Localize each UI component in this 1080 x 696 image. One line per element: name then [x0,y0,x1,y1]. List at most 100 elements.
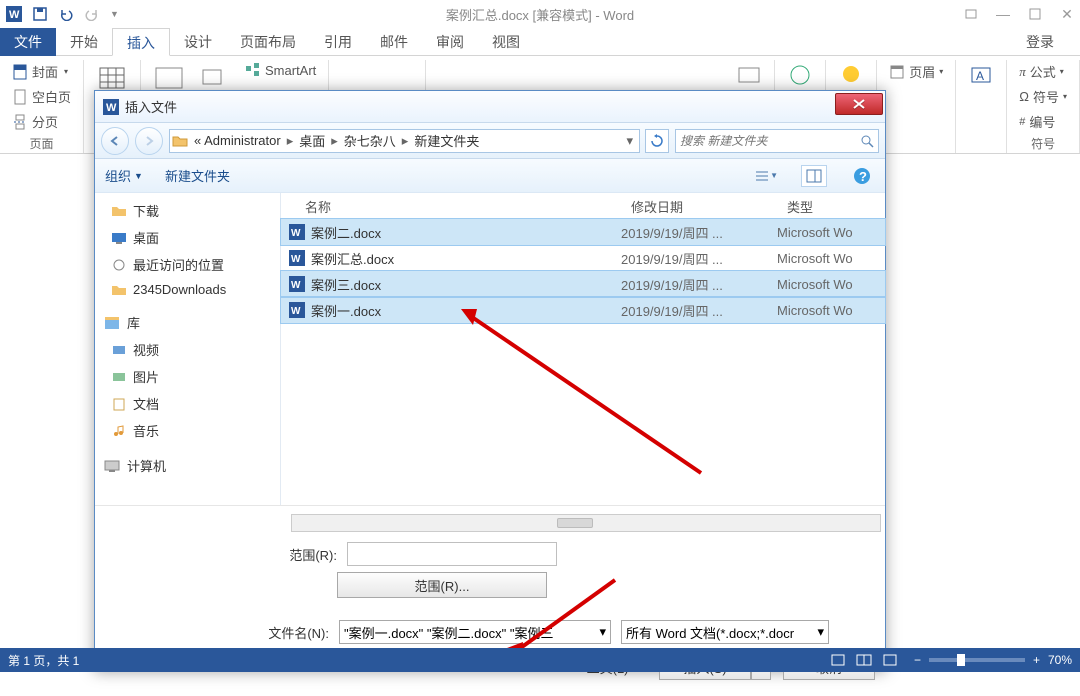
svg-text:W: W [9,9,20,21]
tab-file[interactable]: 文件 [0,28,56,56]
svg-text:A: A [976,69,984,83]
zoom-control: − + 70% [914,653,1072,667]
breadcrumb-item[interactable]: 桌面 [293,131,331,150]
chevron-down-icon[interactable]: ▾ [622,133,637,149]
view-print-layout-icon[interactable] [830,653,846,667]
help-button[interactable]: ? [849,165,875,187]
cover-label: 封面 [32,62,58,81]
page-break-button[interactable]: 分页 [8,110,75,133]
file-list: 名称 修改日期 类型 W案例二.docx 2019/9/19/周四 ... Mi… [281,193,885,505]
pages-group-label: 页面 [8,133,75,154]
sidebar-item-computer[interactable]: 计算机 [95,452,280,479]
file-row[interactable]: W案例三.docx 2019/9/19/周四 ... Microsoft Wo [281,271,885,297]
filename-label: 文件名(N): [237,623,329,642]
refresh-button[interactable] [645,129,669,153]
column-type[interactable]: 类型 [777,193,885,218]
sidebar-item-downloads[interactable]: 下载 [95,197,280,224]
view-options-button[interactable]: ▼ [753,165,779,187]
dialog-toolbar: 组织▼ 新建文件夹 ▼ ? [95,159,885,193]
zoom-level[interactable]: 70% [1048,653,1072,667]
breadcrumb-item[interactable]: 新建文件夹 [408,131,485,150]
zoom-slider[interactable] [929,658,1025,662]
range-input[interactable] [347,542,557,566]
tab-design[interactable]: 设计 [170,28,226,56]
file-row[interactable]: W案例二.docx 2019/9/19/周四 ... Microsoft Wo [281,219,885,245]
tab-mailings[interactable]: 邮件 [366,28,422,56]
sidebar-item-libraries[interactable]: 库 [95,309,280,336]
dialog-nav: « Administrator▸ 桌面▸ 杂七杂八▸ 新建文件夹 ▾ [95,123,885,159]
tab-layout[interactable]: 页面布局 [226,28,310,56]
ribbon-display-icon[interactable] [962,5,980,23]
symbol-button[interactable]: Ω符号▾ [1015,85,1071,108]
word-app-icon: W [6,6,22,22]
scrollbar-thumb[interactable] [557,518,593,528]
dialog-titlebar[interactable]: W 插入文件 [95,91,885,123]
maximize-icon[interactable] [1026,5,1044,23]
save-icon[interactable] [32,6,48,22]
dialog-close-button[interactable] [835,93,883,115]
sidebar-item-2345downloads[interactable]: 2345Downloads [95,278,280,301]
range-button[interactable]: 范围(R)... [337,572,547,598]
breadcrumb-item[interactable]: « Administrator [188,133,287,148]
insert-file-dialog: W 插入文件 « Administrator▸ 桌面▸ 杂七杂八▸ 新建文件夹 … [94,90,886,672]
column-name[interactable]: 名称 [281,193,621,218]
symbols-group-label: 符号 [1015,133,1071,154]
undo-icon[interactable] [58,6,74,22]
view-read-mode-icon[interactable] [856,653,872,667]
status-bar: 第 1 页，共 1 − + 70% [0,648,1080,672]
tab-home[interactable]: 开始 [56,28,112,56]
sidebar-item-documents[interactable]: 文档 [95,390,280,417]
forward-button[interactable] [135,127,163,155]
breadcrumb[interactable]: « Administrator▸ 桌面▸ 杂七杂八▸ 新建文件夹 ▾ [169,129,640,153]
filename-combo[interactable]: "案例一.docx" "案例二.docx" "案例三▾ [339,620,611,644]
svg-text:W: W [291,254,301,265]
sidebar-item-pictures[interactable]: 图片 [95,363,280,390]
login-link[interactable]: 登录 [1012,28,1068,56]
tab-view[interactable]: 视图 [478,28,534,56]
smartart-button[interactable]: SmartArt [241,60,320,80]
sidebar-item-music[interactable]: 音乐 [95,417,280,444]
organize-button[interactable]: 组织▼ [105,166,143,185]
tab-review[interactable]: 审阅 [422,28,478,56]
qa-dropdown-icon[interactable]: ▼ [110,9,119,19]
number-button[interactable]: #编号 [1015,110,1071,133]
chevron-down-icon: ▾ [817,624,824,640]
sidebar-item-desktop[interactable]: 桌面 [95,224,280,251]
document-title: 案例汇总.docx [兼容模式] - Word [446,5,634,24]
horizontal-scrollbar[interactable] [291,514,881,532]
breadcrumb-item[interactable]: 杂七杂八 [338,131,402,150]
zoom-out-button[interactable]: − [914,653,921,667]
quick-access-toolbar: W ▼ [0,6,119,22]
search-icon[interactable] [856,134,878,148]
page-indicator[interactable]: 第 1 页，共 1 [8,652,79,669]
zoom-thumb[interactable] [957,654,965,666]
search-input[interactable] [676,134,856,148]
annotation-arrow [451,303,711,483]
file-row[interactable]: W案例汇总.docx 2019/9/19/周四 ... Microsoft Wo [281,245,885,271]
sidebar-item-recent[interactable]: 最近访问的位置 [95,251,280,278]
blank-page-button[interactable]: 空白页 [8,85,75,108]
zoom-in-button[interactable]: + [1033,653,1040,667]
svg-text:W: W [291,306,301,317]
tab-references[interactable]: 引用 [310,28,366,56]
header-button[interactable]: 页眉▾ [885,60,947,83]
close-icon[interactable]: ✕ [1058,5,1076,23]
minimize-icon[interactable]: — [994,5,1012,23]
view-web-layout-icon[interactable] [882,653,898,667]
preview-pane-button[interactable] [801,165,827,187]
redo-icon[interactable] [84,6,100,22]
sidebar-item-videos[interactable]: 视频 [95,336,280,363]
search-field[interactable] [675,129,879,153]
range-label: 范围(R): [265,545,337,564]
back-button[interactable] [101,127,129,155]
new-folder-button[interactable]: 新建文件夹 [165,166,230,185]
column-headers: 名称 修改日期 类型 [281,193,885,219]
cover-page-button[interactable]: 封面▾ [8,60,75,83]
column-date[interactable]: 修改日期 [621,193,777,218]
tab-insert[interactable]: 插入 [112,28,170,56]
file-filter-combo[interactable]: 所有 Word 文档(*.docx;*.docr▾ [621,620,829,644]
textbox-button[interactable]: A [964,60,998,153]
break-label: 分页 [32,112,58,131]
equation-button[interactable]: π公式▾ [1015,60,1071,83]
file-row[interactable]: W案例一.docx 2019/9/19/周四 ... Microsoft Wo [281,297,885,323]
